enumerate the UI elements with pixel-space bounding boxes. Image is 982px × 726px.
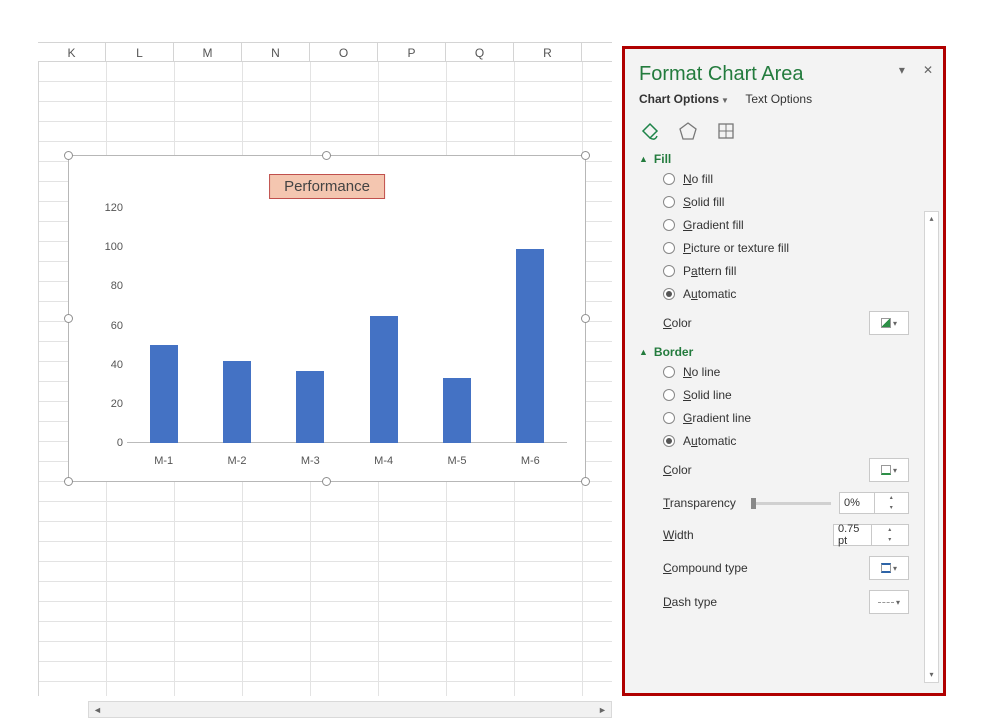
x-tick-label: M-4 bbox=[347, 455, 420, 467]
column-header[interactable]: L bbox=[106, 43, 174, 61]
effects-icon[interactable] bbox=[677, 120, 699, 142]
border-color-picker[interactable]: ▾ bbox=[869, 458, 909, 482]
size-properties-icon[interactable] bbox=[715, 120, 737, 142]
border-transparency-label: Transparency bbox=[663, 496, 736, 510]
fill-section-header[interactable]: ▲ Fill bbox=[639, 152, 937, 166]
width-input[interactable]: 0.75 pt▴▾ bbox=[833, 524, 909, 546]
format-chart-area-pane: Format Chart Area ▾ ✕ Chart Options▼ Tex… bbox=[622, 46, 946, 696]
bar[interactable] bbox=[150, 345, 178, 443]
border-section-header[interactable]: ▲ Border bbox=[639, 345, 937, 359]
border-width-label: Width bbox=[663, 528, 694, 542]
resize-handle[interactable] bbox=[322, 151, 331, 160]
transparency-slider[interactable] bbox=[751, 502, 831, 505]
fill-picture-fill[interactable]: Picture or texture fill bbox=[663, 241, 937, 255]
bar[interactable] bbox=[370, 316, 398, 443]
y-tick-label: 40 bbox=[87, 359, 123, 371]
x-axis-labels: M-1M-2M-3M-4M-5M-6 bbox=[127, 455, 567, 467]
compound-type-picker[interactable]: ▾ bbox=[869, 556, 909, 580]
dash-type-picker[interactable]: ▾ bbox=[869, 590, 909, 614]
pane-tabs: Chart Options▼ Text Options bbox=[639, 92, 937, 106]
resize-handle[interactable] bbox=[581, 477, 590, 486]
fill-color-label: Color bbox=[663, 316, 692, 330]
x-tick-label: M-1 bbox=[127, 455, 200, 467]
x-tick-label: M-6 bbox=[494, 455, 567, 467]
column-header[interactable]: R bbox=[514, 43, 582, 61]
pane-options-icon[interactable]: ▾ bbox=[899, 63, 905, 77]
collapse-icon: ▲ bbox=[639, 154, 648, 164]
bars bbox=[127, 208, 567, 443]
y-tick-label: 100 bbox=[87, 241, 123, 253]
tab-chart-options[interactable]: Chart Options bbox=[639, 92, 719, 106]
scroll-down-button[interactable]: ▾ bbox=[925, 668, 938, 682]
bar[interactable] bbox=[296, 371, 324, 443]
border-no-line[interactable]: No line bbox=[663, 365, 937, 379]
bar[interactable] bbox=[516, 249, 544, 443]
border-dash-label: Dash type bbox=[663, 595, 717, 609]
border-automatic[interactable]: Automatic bbox=[663, 434, 937, 448]
fill-pattern-fill[interactable]: Pattern fill bbox=[663, 264, 937, 278]
y-axis: 020406080100120 bbox=[87, 208, 123, 443]
column-header[interactable]: Q bbox=[446, 43, 514, 61]
column-header[interactable]: M bbox=[174, 43, 242, 61]
column-header[interactable]: P bbox=[378, 43, 446, 61]
chart-title[interactable]: Performance bbox=[269, 174, 385, 199]
chart-object[interactable]: Performance 020406080100120 M-1M-2M-3M-4… bbox=[68, 155, 586, 482]
scroll-right-button[interactable]: ► bbox=[594, 702, 611, 717]
scroll-left-button[interactable]: ◄ bbox=[89, 702, 106, 717]
resize-handle[interactable] bbox=[322, 477, 331, 486]
transparency-input[interactable]: 0%▴▾ bbox=[839, 492, 909, 514]
spreadsheet-area[interactable]: KLMNOPQR Performance 020406080100120 M-1… bbox=[0, 0, 612, 726]
bar[interactable] bbox=[223, 361, 251, 443]
y-tick-label: 0 bbox=[87, 437, 123, 449]
column-header[interactable]: N bbox=[242, 43, 310, 61]
border-solid-line[interactable]: Solid line bbox=[663, 388, 937, 402]
resize-handle[interactable] bbox=[64, 477, 73, 486]
plot-area[interactable]: 020406080100120 bbox=[127, 208, 567, 443]
pane-title: Format Chart Area bbox=[639, 63, 937, 86]
resize-handle[interactable] bbox=[581, 314, 590, 323]
y-tick-label: 120 bbox=[87, 202, 123, 214]
y-tick-label: 60 bbox=[87, 320, 123, 332]
column-headers: KLMNOPQR bbox=[38, 42, 612, 62]
border-gradient-line[interactable]: Gradient line bbox=[663, 411, 937, 425]
resize-handle[interactable] bbox=[581, 151, 590, 160]
fill-solid-fill[interactable]: Solid fill bbox=[663, 195, 937, 209]
x-tick-label: M-2 bbox=[200, 455, 273, 467]
tab-text-options[interactable]: Text Options bbox=[745, 92, 812, 106]
close-icon[interactable]: ✕ bbox=[923, 63, 933, 77]
fill-line-icon[interactable] bbox=[639, 120, 661, 142]
column-header[interactable]: K bbox=[38, 43, 106, 61]
border-color-label: Color bbox=[663, 463, 692, 477]
border-compound-label: Compound type bbox=[663, 561, 748, 575]
y-tick-label: 80 bbox=[87, 280, 123, 292]
fill-automatic[interactable]: Automatic bbox=[663, 287, 937, 301]
x-tick-label: M-5 bbox=[420, 455, 493, 467]
resize-handle[interactable] bbox=[64, 151, 73, 160]
scroll-up-button[interactable]: ▴ bbox=[925, 212, 938, 226]
fill-no-fill[interactable]: No fill bbox=[663, 172, 937, 186]
resize-handle[interactable] bbox=[64, 314, 73, 323]
pane-scrollbar[interactable]: ▴ ▾ bbox=[924, 211, 939, 683]
fill-gradient-fill[interactable]: Gradient fill bbox=[663, 218, 937, 232]
horizontal-scrollbar[interactable]: ◄ ► bbox=[88, 701, 612, 718]
column-header[interactable]: O bbox=[310, 43, 378, 61]
y-tick-label: 20 bbox=[87, 398, 123, 410]
x-tick-label: M-3 bbox=[274, 455, 347, 467]
fill-color-picker[interactable]: ▾ bbox=[869, 311, 909, 335]
bar[interactable] bbox=[443, 378, 471, 443]
collapse-icon: ▲ bbox=[639, 347, 648, 357]
